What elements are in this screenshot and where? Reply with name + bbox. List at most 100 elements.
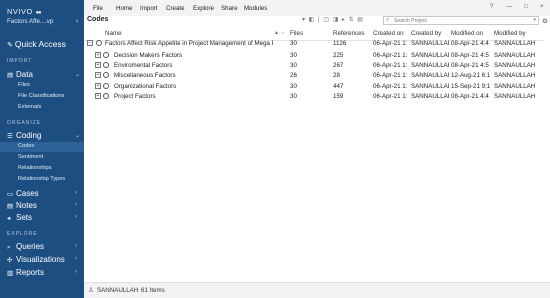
sidebar-item-reports[interactable]: ▥ Reports: [7, 268, 44, 277]
note-icon: ▤: [7, 203, 14, 210]
table-row[interactable]: + Organizational Factors 30 447 06-Apr-2…: [84, 82, 544, 92]
app-logo-dots: ●●: [35, 10, 41, 16]
code-node-icon: [103, 93, 109, 99]
status-bar: ♙ SANNAULLAH 61 Items: [84, 282, 550, 298]
table-row[interactable]: + Miscellaneous Factors 26 28 06-Apr-21 …: [84, 71, 544, 81]
table-row[interactable]: + Decision Makers Factors 30 225 06-Apr-…: [84, 51, 544, 61]
menu-file[interactable]: File: [93, 5, 103, 12]
sidebar-item-relationships[interactable]: Relationships: [18, 165, 52, 171]
sort-icon[interactable]: ▲ ⇔: [274, 30, 285, 36]
sidebar-item-notes[interactable]: ▤ Notes: [7, 201, 37, 210]
active-item-highlight: [0, 142, 84, 152]
sidebar-item-relationship-types[interactable]: Relationship Types: [18, 176, 65, 182]
collapse-sidebar-icon[interactable]: ‹: [76, 18, 78, 25]
menu-create[interactable]: Create: [166, 5, 185, 12]
table-row[interactable]: + Enviromental Factors 30 267 06-Apr-21 …: [84, 61, 544, 71]
chevron-right-icon[interactable]: ›: [75, 202, 77, 208]
expand-node-icon[interactable]: +: [95, 72, 101, 78]
collapse-node-icon[interactable]: –: [87, 40, 93, 46]
sidebar-item-sets[interactable]: ◂ Sets: [7, 213, 32, 222]
nvivo-window: NVIVO ●● Factors Affe....vp ‹ ✎ Quick Acc…: [0, 0, 550, 298]
chevron-right-icon[interactable]: ›: [75, 190, 77, 196]
app-logo: NVIVO ●●: [7, 7, 42, 16]
column-header-modified-by[interactable]: Modified by: [494, 30, 526, 37]
sidebar-item-externals[interactable]: Externals: [18, 104, 41, 110]
chevron-right-icon[interactable]: ›: [75, 269, 77, 275]
column-header-files[interactable]: Files: [290, 30, 303, 37]
menu-explore[interactable]: Explore: [193, 5, 214, 12]
expand-node-icon[interactable]: +: [95, 93, 101, 99]
chevron-right-icon[interactable]: ›: [75, 214, 77, 220]
chevron-down-icon[interactable]: ⌄: [75, 71, 80, 78]
menu-import[interactable]: Import: [140, 5, 158, 12]
quick-access-link[interactable]: ✎ Quick Access: [7, 39, 66, 49]
references-count: 447: [333, 83, 344, 90]
sidebar-item-sets-label: Sets: [16, 213, 33, 222]
close-icon[interactable]: ×: [540, 4, 544, 10]
chevron-down-icon[interactable]: ▾: [533, 17, 536, 23]
column-header-created-by[interactable]: Created by: [411, 30, 441, 37]
column-header-created-on[interactable]: Created on: [373, 30, 404, 37]
quick-access-label: Quick Access: [14, 39, 66, 49]
references-count: 267: [333, 62, 344, 69]
chevron-right-icon[interactable]: ›: [75, 256, 77, 262]
section-import: IMPORT: [7, 58, 33, 64]
sidebar-item-files[interactable]: Files: [18, 82, 30, 88]
minimize-icon[interactable]: —: [506, 4, 512, 10]
sidebar-item-codes[interactable]: Codes: [18, 143, 34, 149]
sidebar-item-cases[interactable]: ▭ Cases: [7, 189, 39, 198]
sidebar-item-queries-label: Queries: [16, 242, 45, 251]
sidebar-item-data[interactable]: ▤ Data: [7, 70, 33, 79]
modified-on: 08-Apr-21 4:5: [451, 62, 489, 69]
expand-node-icon[interactable]: +: [95, 62, 101, 68]
created-on: 06-Apr-21 1:: [373, 83, 408, 90]
references-count: 159: [333, 93, 344, 100]
navigation-sidebar: NVIVO ●● Factors Affe....vp ‹ ✎ Quick Acc…: [0, 0, 84, 298]
project-name[interactable]: Factors Affe....vp: [7, 18, 53, 25]
created-on: 06-Apr-21 1:: [373, 40, 408, 47]
section-organize: ORGANIZE: [7, 120, 42, 126]
created-by: SANNAULLAH: [411, 62, 449, 69]
search-input[interactable]: [394, 17, 524, 24]
column-header-name[interactable]: Name: [105, 30, 122, 37]
sidebar-item-coding[interactable]: ☰ Coding: [7, 131, 41, 140]
help-icon[interactable]: ?: [490, 4, 493, 10]
status-user: SANNAULLAH: [97, 287, 139, 294]
modified-by: SANNAULLAH: [494, 72, 536, 79]
expand-node-icon[interactable]: +: [95, 83, 101, 89]
created-by: SANNAULLAH: [411, 72, 449, 79]
code-name: Miscellaneous Factors: [114, 72, 176, 79]
visualization-icon: ✣: [7, 257, 13, 264]
references-count: 1126: [333, 40, 347, 47]
sidebar-item-file-classifications[interactable]: File Classifications: [18, 93, 64, 99]
menu-share[interactable]: Share: [221, 5, 238, 12]
search-box[interactable]: ⌕ ▾: [383, 16, 539, 25]
sidebar-item-sentiment[interactable]: Sentiment: [18, 154, 43, 160]
view-toolbar-icons[interactable]: ▾ ◧ | ◫ ◨ ▸ ⇅ ▤: [302, 16, 364, 23]
code-node-icon: [96, 40, 102, 46]
menu-home[interactable]: Home: [116, 5, 133, 12]
modified-by: SANNAULLAH: [494, 52, 536, 59]
modified-on: 15-Sep-21 9:1: [451, 83, 491, 90]
modified-on: 12-Aug-21 6:1: [451, 72, 491, 79]
menu-modules[interactable]: Modules: [244, 5, 267, 12]
code-name: Factors Affect Risk Appetite in Project …: [105, 40, 273, 47]
sidebar-item-queries[interactable]: ⌕ Queries: [7, 242, 44, 252]
table-row[interactable]: – Factors Affect Risk Appetite in Projec…: [84, 39, 544, 49]
column-header-references[interactable]: References: [333, 30, 365, 37]
chevron-right-icon[interactable]: ›: [75, 243, 77, 249]
files-count: 30: [290, 93, 297, 100]
chevron-down-icon[interactable]: ⌄: [75, 132, 80, 139]
table-row[interactable]: + Project Factors 30 159 06-Apr-21 1: SA…: [84, 92, 544, 102]
search-icon: ⌕: [386, 17, 390, 23]
expand-node-icon[interactable]: +: [95, 52, 101, 58]
settings-icon[interactable]: ⚙: [542, 17, 548, 25]
section-explore: EXPLORE: [7, 231, 38, 237]
sidebar-item-visualizations[interactable]: ✣ Visualizations: [7, 255, 65, 264]
coding-icon: ☰: [7, 133, 13, 140]
column-header-modified-on[interactable]: Modified on: [451, 30, 483, 37]
item-count: 61 Items: [141, 287, 165, 294]
sidebar-item-notes-label: Notes: [16, 201, 37, 210]
report-icon: ▥: [7, 270, 14, 277]
maximize-icon[interactable]: □: [524, 4, 528, 10]
